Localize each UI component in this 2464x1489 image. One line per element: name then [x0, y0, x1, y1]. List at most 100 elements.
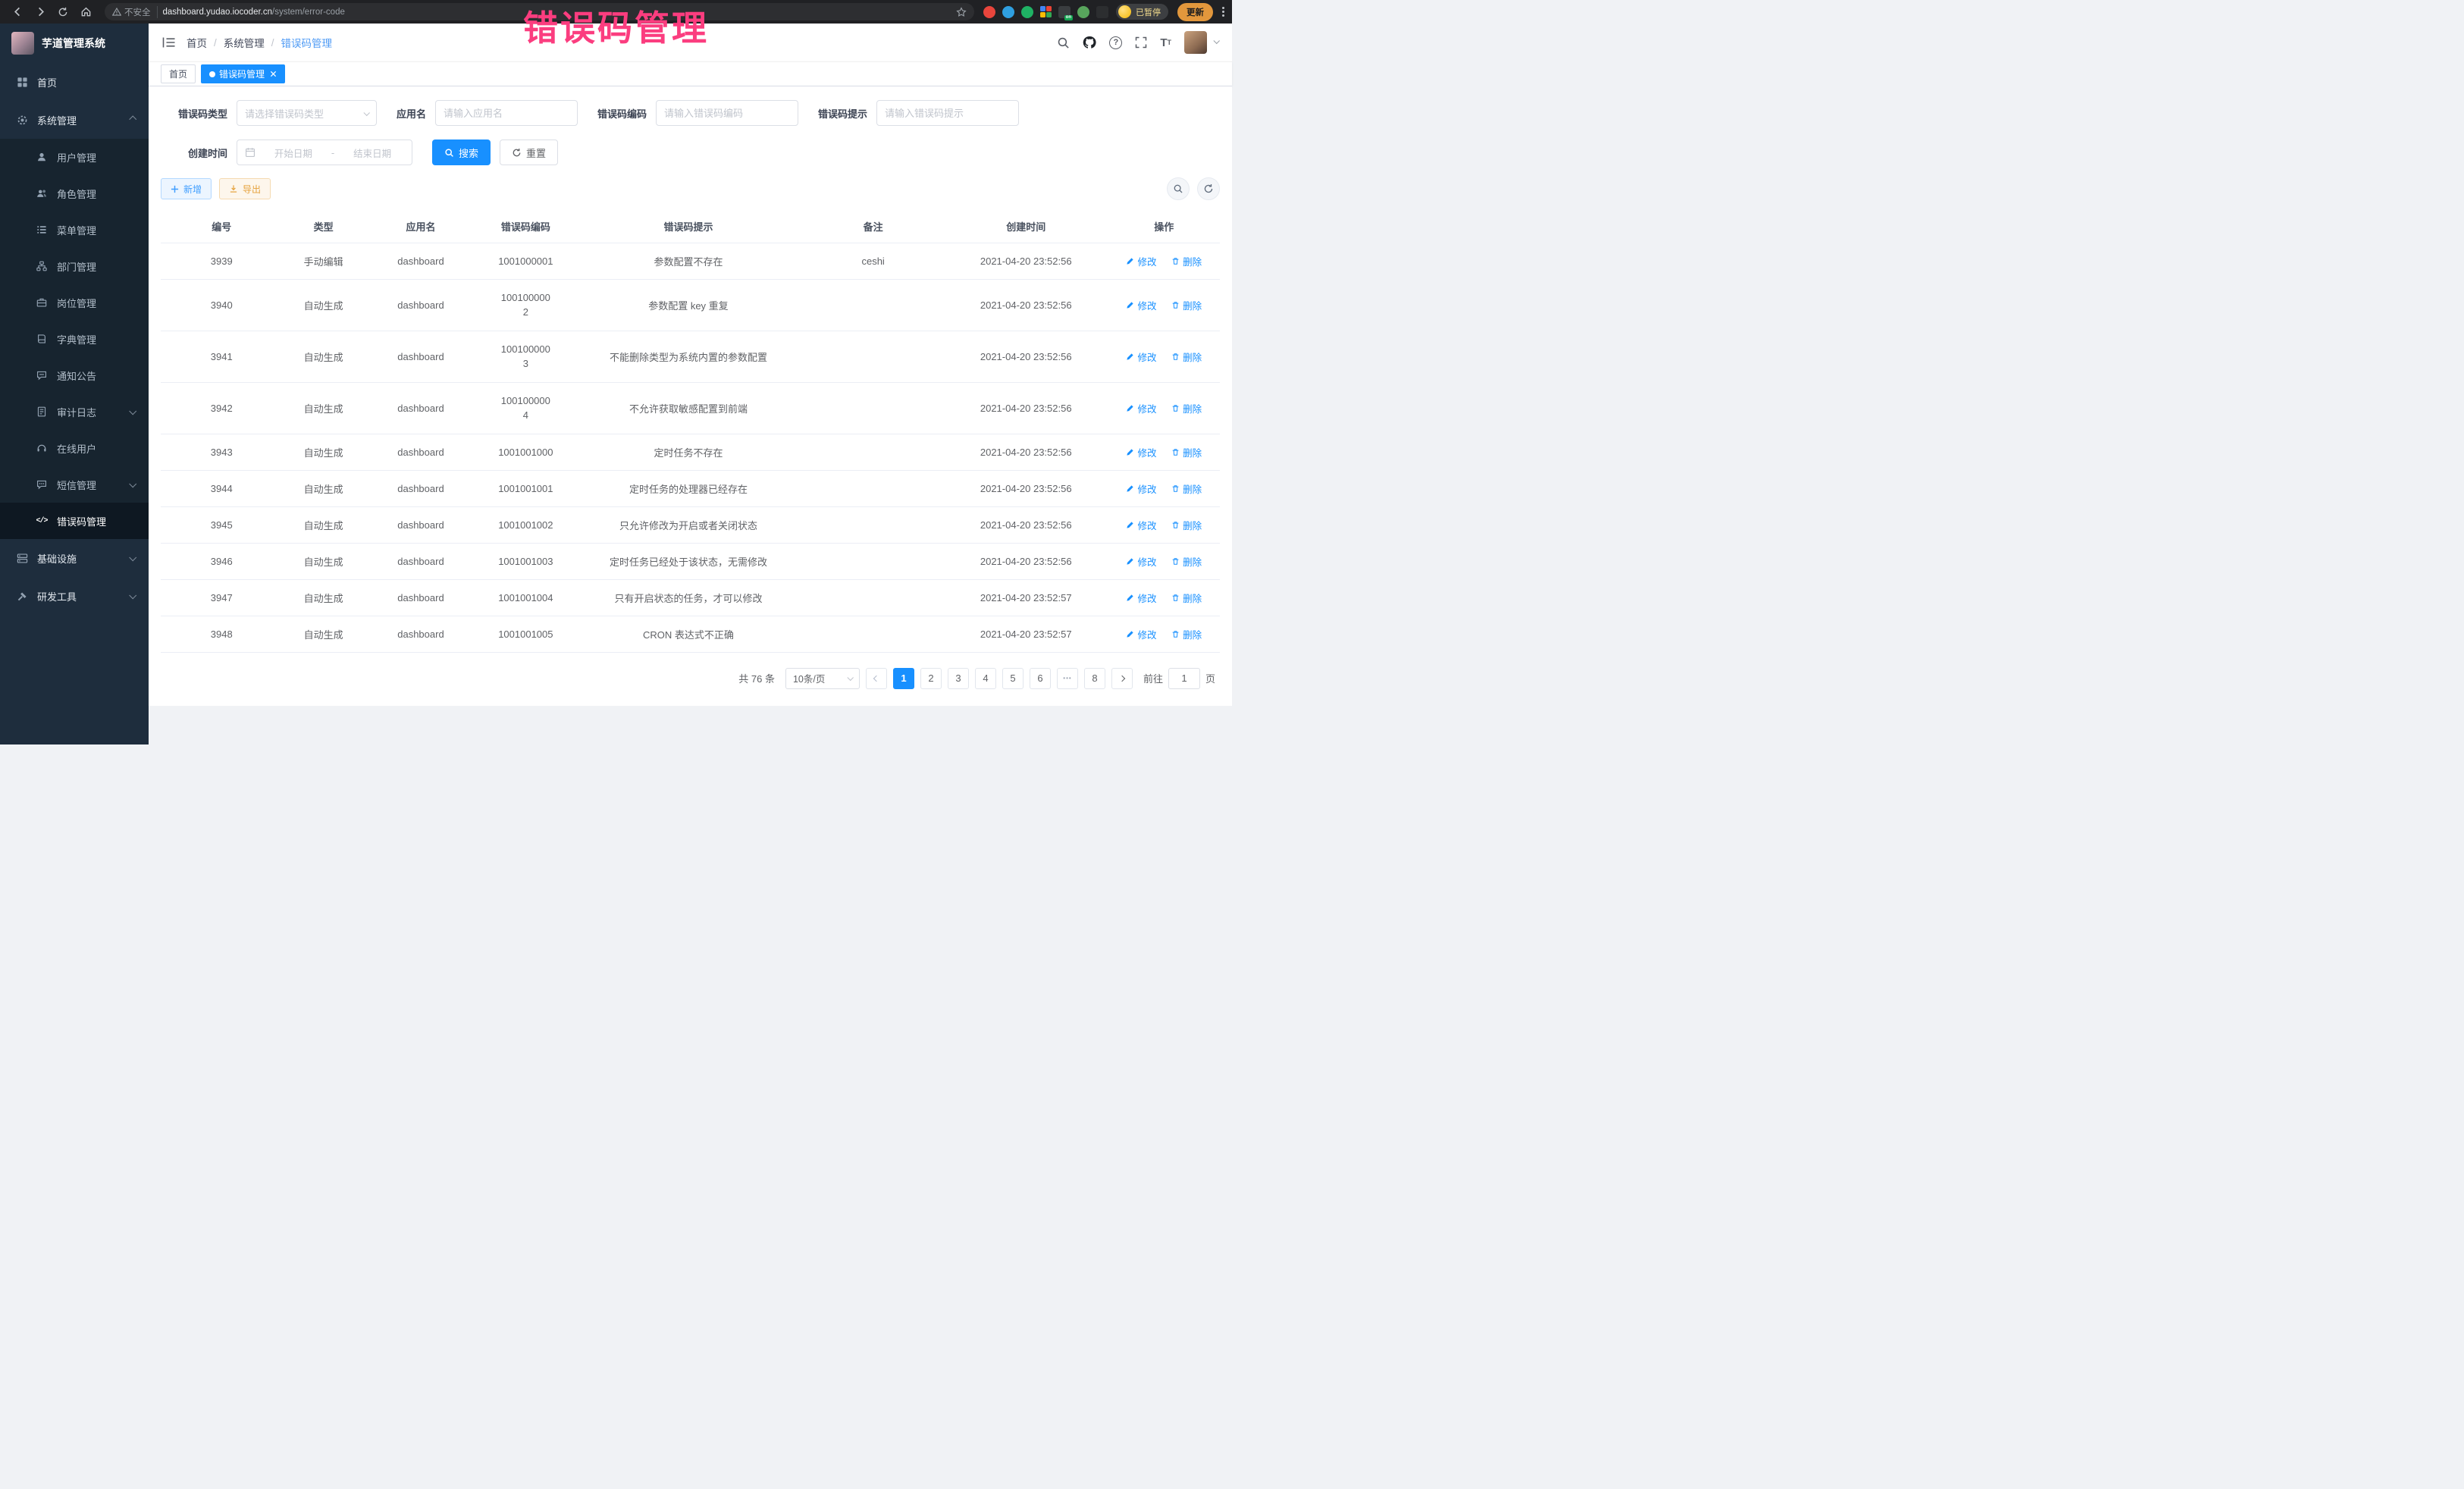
extension-icon[interactable]: on — [1058, 6, 1071, 18]
sidebar-item-system[interactable]: 系统管理 — [0, 101, 149, 139]
edit-link[interactable]: 修改 — [1126, 298, 1156, 312]
page-button[interactable]: 5 — [1002, 668, 1024, 689]
delete-link[interactable]: 删除 — [1171, 350, 1202, 364]
browser-profile-button[interactable]: 已暂停 — [1116, 4, 1168, 20]
delete-link[interactable]: 删除 — [1171, 481, 1202, 496]
font-size-icon[interactable]: TT — [1160, 37, 1171, 49]
prev-page-button[interactable] — [866, 668, 887, 689]
extension-tray: on — [983, 6, 1108, 18]
sidebar-item-sms[interactable]: 短信管理 — [0, 466, 149, 503]
bookmark-star-icon[interactable] — [956, 7, 967, 17]
browser-forward-icon[interactable] — [30, 3, 50, 21]
sidebar-item-error-codes[interactable]: </> 错误码管理 — [0, 503, 149, 539]
sidebar-item-label: 研发工具 — [37, 589, 77, 603]
error-code-input[interactable] — [664, 101, 790, 125]
toggle-search-button[interactable] — [1167, 177, 1190, 200]
extensions-puzzle-icon[interactable] — [1096, 6, 1108, 18]
column-header-id: 编号 — [161, 211, 282, 243]
sidebar-toggle-icon[interactable] — [162, 36, 176, 49]
extension-icon[interactable] — [1021, 6, 1033, 18]
edit-link[interactable]: 修改 — [1126, 445, 1156, 459]
browser-menu-icon[interactable] — [1222, 7, 1224, 17]
edit-link[interactable]: 修改 — [1126, 554, 1156, 569]
edit-link[interactable]: 修改 — [1126, 627, 1156, 641]
browser-update-button[interactable]: 更新 — [1177, 3, 1213, 21]
export-button[interactable]: 导出 — [219, 178, 271, 199]
sidebar-item-menus[interactable]: 菜单管理 — [0, 212, 149, 248]
extension-icon[interactable] — [1040, 6, 1052, 17]
refresh-table-button[interactable] — [1197, 177, 1220, 200]
sidebar-item-dictionary[interactable]: 字典管理 — [0, 321, 149, 357]
search-button[interactable]: 搜索 — [432, 139, 491, 165]
sidebar-item-roles[interactable]: 角色管理 — [0, 175, 149, 212]
date-range-picker[interactable]: 开始日期 - 结束日期 — [237, 139, 412, 165]
page-button[interactable]: 4 — [975, 668, 996, 689]
breadcrumb-home[interactable]: 首页 — [187, 35, 207, 50]
sidebar-item-online-users[interactable]: 在线用户 — [0, 430, 149, 466]
security-indicator[interactable]: 不安全 — [112, 6, 158, 18]
column-header-remark: 备注 — [802, 211, 944, 243]
tab-error-codes[interactable]: 错误码管理 — [201, 64, 285, 83]
chevron-down-icon — [130, 406, 135, 418]
page-button[interactable]: 6 — [1030, 668, 1051, 689]
sidebar-item-notices[interactable]: 通知公告 — [0, 357, 149, 393]
page-button[interactable]: 1 — [893, 668, 914, 689]
sidebar-item-home[interactable]: 首页 — [0, 63, 149, 101]
page-button[interactable]: 3 — [948, 668, 969, 689]
sidebar-item-users[interactable]: 用户管理 — [0, 139, 149, 175]
edit-link[interactable]: 修改 — [1126, 401, 1156, 415]
sidebar-item-infrastructure[interactable]: 基础设施 — [0, 539, 149, 577]
user-avatar[interactable] — [1184, 31, 1207, 54]
edit-link[interactable]: 修改 — [1126, 518, 1156, 532]
edit-link[interactable]: 修改 — [1126, 481, 1156, 496]
breadcrumb-system[interactable]: 系统管理 — [224, 35, 265, 50]
search-icon[interactable] — [1057, 36, 1070, 49]
tab-home[interactable]: 首页 — [161, 64, 196, 83]
help-icon[interactable]: ? — [1109, 36, 1122, 49]
next-page-button[interactable] — [1111, 668, 1133, 689]
error-type-select[interactable]: 请选择错误码类型 — [237, 100, 377, 126]
extension-icon[interactable] — [983, 6, 995, 18]
page-button[interactable]: 8 — [1084, 668, 1105, 689]
extension-icon[interactable] — [1077, 6, 1089, 18]
delete-link[interactable]: 删除 — [1171, 401, 1202, 415]
browser-home-icon[interactable] — [76, 3, 96, 21]
sidebar-item-departments[interactable]: 部门管理 — [0, 248, 149, 284]
browser-address-bar[interactable]: 不安全 dashboard.yudao.iocoder.cn/system/er… — [105, 3, 974, 20]
edit-link[interactable]: 修改 — [1126, 350, 1156, 364]
sidebar-item-audit-logs[interactable]: 审计日志 — [0, 393, 149, 430]
table-toolbar: 新增 导出 — [161, 177, 1220, 200]
app-name-input[interactable] — [444, 101, 569, 125]
error-msg-input[interactable] — [885, 101, 1011, 125]
delete-link[interactable]: 删除 — [1171, 298, 1202, 312]
delete-link[interactable]: 删除 — [1171, 591, 1202, 605]
github-icon[interactable] — [1083, 36, 1096, 49]
add-button[interactable]: 新增 — [161, 178, 212, 199]
url-text: dashboard.yudao.iocoder.cn/system/error-… — [163, 8, 345, 17]
edit-link[interactable]: 修改 — [1126, 254, 1156, 268]
fullscreen-icon[interactable] — [1135, 36, 1147, 49]
tab-label: 错误码管理 — [219, 67, 265, 80]
extension-icon[interactable] — [1002, 6, 1014, 18]
delete-link[interactable]: 删除 — [1171, 518, 1202, 532]
close-icon[interactable] — [270, 71, 277, 77]
tools-icon — [15, 591, 29, 602]
goto-page-input[interactable] — [1168, 668, 1200, 689]
sidebar-item-posts[interactable]: 岗位管理 — [0, 284, 149, 321]
delete-link[interactable]: 删除 — [1171, 554, 1202, 569]
breadcrumb-current: 错误码管理 — [281, 35, 333, 50]
pencil-icon — [1126, 557, 1134, 566]
delete-link[interactable]: 删除 — [1171, 627, 1202, 641]
page-size-select[interactable]: 10条/页 — [785, 668, 860, 689]
chevron-down-icon[interactable] — [1214, 40, 1218, 45]
app-logo[interactable]: 芋道管理系统 — [0, 24, 149, 63]
delete-link[interactable]: 删除 — [1171, 445, 1202, 459]
reset-button[interactable]: 重置 — [500, 139, 558, 165]
sidebar-item-dev-tools[interactable]: 研发工具 — [0, 577, 149, 615]
more-pages-button[interactable]: ••• — [1057, 668, 1078, 689]
browser-back-icon[interactable] — [8, 3, 27, 21]
browser-reload-icon[interactable] — [53, 3, 73, 21]
edit-link[interactable]: 修改 — [1126, 591, 1156, 605]
delete-link[interactable]: 删除 — [1171, 254, 1202, 268]
page-button[interactable]: 2 — [920, 668, 942, 689]
